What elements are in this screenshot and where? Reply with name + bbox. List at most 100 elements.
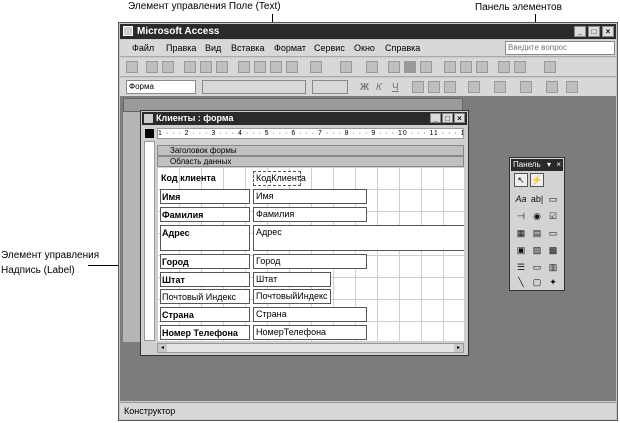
label-state[interactable]: Штат xyxy=(160,272,250,287)
label-tool-icon[interactable]: Aa xyxy=(514,193,528,207)
label-city[interactable]: Город xyxy=(160,254,250,269)
field-country[interactable]: Страна xyxy=(253,307,367,322)
align-right-icon[interactable] xyxy=(444,81,456,93)
font-size-combo[interactable] xyxy=(312,80,348,94)
line-color-icon[interactable] xyxy=(520,81,532,93)
control-wizards-icon[interactable]: ⚡ xyxy=(530,173,544,187)
builder-icon[interactable] xyxy=(476,61,488,73)
vertical-ruler xyxy=(144,141,155,341)
toolbox-menu-icon[interactable]: ▾ xyxy=(547,159,551,171)
field-first-name[interactable]: Имя xyxy=(253,189,367,204)
label-first-name[interactable]: Имя xyxy=(160,189,250,204)
unbound-frame-tool-icon[interactable]: ▨ xyxy=(530,244,544,258)
field-phone[interactable]: НомерТелефона xyxy=(253,325,367,340)
format-painter-icon[interactable] xyxy=(286,61,298,73)
toolbox-close-icon[interactable]: × xyxy=(556,159,561,171)
help-icon[interactable] xyxy=(544,61,556,73)
rectangle-tool-icon[interactable]: ▢ xyxy=(530,276,544,290)
form-selector[interactable] xyxy=(145,129,154,138)
spelling-icon[interactable] xyxy=(216,61,228,73)
redo-icon[interactable] xyxy=(340,61,352,73)
form-minimize-button[interactable]: _ xyxy=(430,113,441,123)
field-list-icon[interactable] xyxy=(388,61,400,73)
line-width-icon[interactable] xyxy=(546,81,558,93)
option-group-tool-icon[interactable]: ▭ xyxy=(546,193,560,207)
cut-icon[interactable] xyxy=(238,61,250,73)
option-button-tool-icon[interactable]: ◉ xyxy=(530,210,544,224)
properties-icon[interactable] xyxy=(460,61,472,73)
form-maximize-button[interactable]: □ xyxy=(442,113,453,123)
menu-file[interactable]: Файл xyxy=(132,43,154,53)
save-icon[interactable] xyxy=(146,61,158,73)
menu-edit[interactable]: Правка xyxy=(166,43,196,53)
toolbox-toggle-icon[interactable] xyxy=(404,61,416,73)
align-center-icon[interactable] xyxy=(428,81,440,93)
label-country[interactable]: Страна xyxy=(160,307,250,322)
image-tool-icon[interactable]: ▣ xyxy=(514,244,528,258)
object-combo[interactable]: Форма xyxy=(126,80,196,94)
code-icon[interactable] xyxy=(444,61,456,73)
toggle-button-tool-icon[interactable]: ⊣ xyxy=(514,210,528,224)
bold-button[interactable]: Ж xyxy=(360,82,369,93)
font-combo[interactable] xyxy=(202,80,306,94)
bound-frame-tool-icon[interactable]: ▩ xyxy=(546,244,560,258)
command-button-tool-icon[interactable]: ▭ xyxy=(546,227,560,241)
page-break-tool-icon[interactable]: ☰ xyxy=(514,261,528,275)
access-logo-icon xyxy=(123,26,133,36)
help-question-input[interactable]: Введите вопрос xyxy=(505,41,615,55)
autoformat-icon[interactable] xyxy=(420,61,432,73)
underline-button[interactable]: Ч xyxy=(392,82,399,93)
copy-icon[interactable] xyxy=(254,61,266,73)
label-postal-code[interactable]: Почтовый Индекс xyxy=(160,289,250,304)
align-left-icon[interactable] xyxy=(412,81,424,93)
close-button[interactable]: × xyxy=(602,26,614,37)
combo-box-tool-icon[interactable]: ▦ xyxy=(514,227,528,241)
maximize-button[interactable]: □ xyxy=(588,26,600,37)
minimize-button[interactable]: _ xyxy=(574,26,586,37)
list-box-tool-icon[interactable]: ▤ xyxy=(530,227,544,241)
italic-button[interactable]: К xyxy=(376,82,382,93)
label-last-name[interactable]: Фамилия xyxy=(160,207,250,222)
menu-window[interactable]: Окно xyxy=(354,43,375,53)
menu-format[interactable]: Формат xyxy=(274,43,306,53)
checkbox-tool-icon[interactable]: ☑ xyxy=(546,210,560,224)
menu-help[interactable]: Справка xyxy=(385,43,420,53)
label-phone[interactable]: Номер Телефона xyxy=(160,325,250,340)
font-color-icon[interactable] xyxy=(494,81,506,93)
label-address[interactable]: Адрес xyxy=(160,225,250,251)
subform-tool-icon[interactable]: ▥ xyxy=(546,261,560,275)
label-customer-id[interactable]: Код клиента xyxy=(160,171,240,186)
field-address[interactable]: Адрес xyxy=(253,225,464,251)
search-icon[interactable] xyxy=(162,61,174,73)
horizontal-scrollbar[interactable]: ◂ ▸ xyxy=(157,343,464,353)
menu-tools[interactable]: Сервис xyxy=(314,43,345,53)
detail-section[interactable]: Область данных xyxy=(157,156,464,167)
select-objects-icon[interactable]: ↖ xyxy=(514,173,528,187)
line-tool-icon[interactable]: ╲ xyxy=(514,276,528,290)
view-icon[interactable] xyxy=(126,61,138,73)
textbox-tool-icon[interactable]: ab| xyxy=(530,193,544,207)
scroll-right-arrow-icon[interactable]: ▸ xyxy=(454,344,463,352)
field-state[interactable]: Штат xyxy=(253,272,331,287)
undo-icon[interactable] xyxy=(310,61,322,73)
hyperlink-icon[interactable] xyxy=(366,61,378,73)
field-customer-id[interactable]: КодКлиента xyxy=(253,171,306,186)
form-header-section[interactable]: Заголовок формы xyxy=(157,145,464,156)
menu-view[interactable]: Вид xyxy=(205,43,221,53)
fill-color-icon[interactable] xyxy=(468,81,480,93)
database-window-icon[interactable] xyxy=(498,61,510,73)
form-close-button[interactable]: × xyxy=(454,113,465,123)
special-effect-icon[interactable] xyxy=(566,81,578,93)
field-last-name[interactable]: Фамилия xyxy=(253,207,367,222)
field-city[interactable]: Город xyxy=(253,254,367,269)
print-icon[interactable] xyxy=(184,61,196,73)
scroll-left-arrow-icon[interactable]: ◂ xyxy=(158,344,167,352)
new-object-icon[interactable] xyxy=(514,61,526,73)
tab-control-tool-icon[interactable]: ▭ xyxy=(530,261,544,275)
horizontal-ruler: 1 · · · 2 · · · 3 · · · 4 · · · 5 · · · … xyxy=(157,128,464,139)
preview-icon[interactable] xyxy=(200,61,212,73)
menu-insert[interactable]: Вставка xyxy=(231,43,264,53)
field-postal-code[interactable]: ПочтовыйИндекс xyxy=(253,289,331,304)
paste-icon[interactable] xyxy=(270,61,282,73)
more-controls-tool-icon[interactable]: ✦ xyxy=(546,276,560,290)
